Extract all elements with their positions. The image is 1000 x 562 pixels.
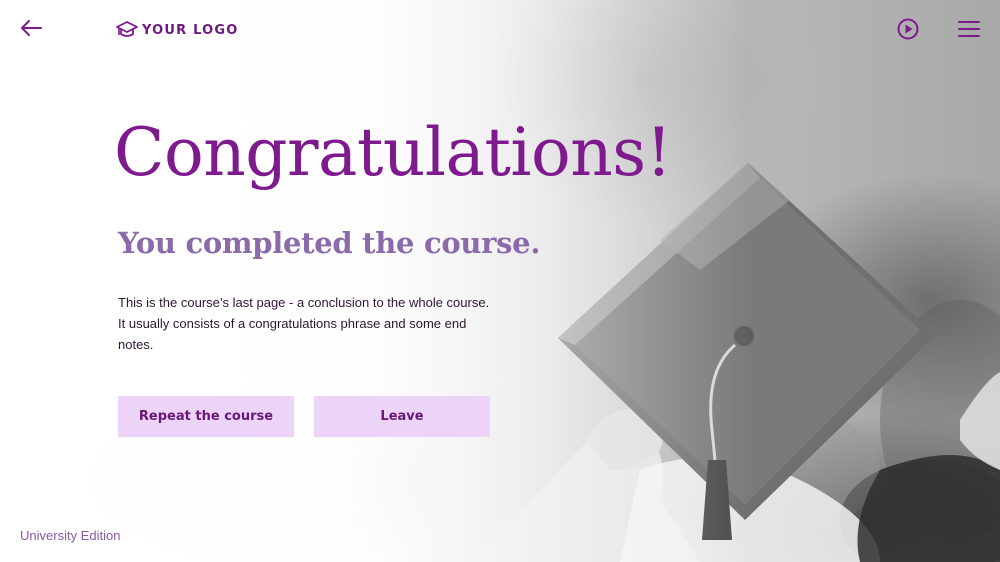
leave-button[interactable]: Leave xyxy=(314,396,490,437)
play-circle-icon xyxy=(897,18,919,40)
edition-label: University Edition xyxy=(20,528,121,543)
logo-text: YOUR LOGO xyxy=(142,22,239,38)
menu-button[interactable] xyxy=(958,18,980,40)
graduation-cap-icon xyxy=(116,21,138,37)
conclusion-text: This is the course’s last page - a concl… xyxy=(118,295,490,352)
page-subtitle: You completed the course. xyxy=(118,226,541,260)
background-fade xyxy=(0,0,1000,562)
repeat-course-button[interactable]: Repeat the course xyxy=(118,396,294,437)
play-button[interactable] xyxy=(896,17,920,41)
logo: YOUR LOGO xyxy=(116,20,239,40)
back-button[interactable] xyxy=(18,16,44,40)
hamburger-menu-icon xyxy=(958,21,980,37)
arrow-left-icon xyxy=(21,20,42,36)
page-title: Congratulations! xyxy=(114,114,672,191)
